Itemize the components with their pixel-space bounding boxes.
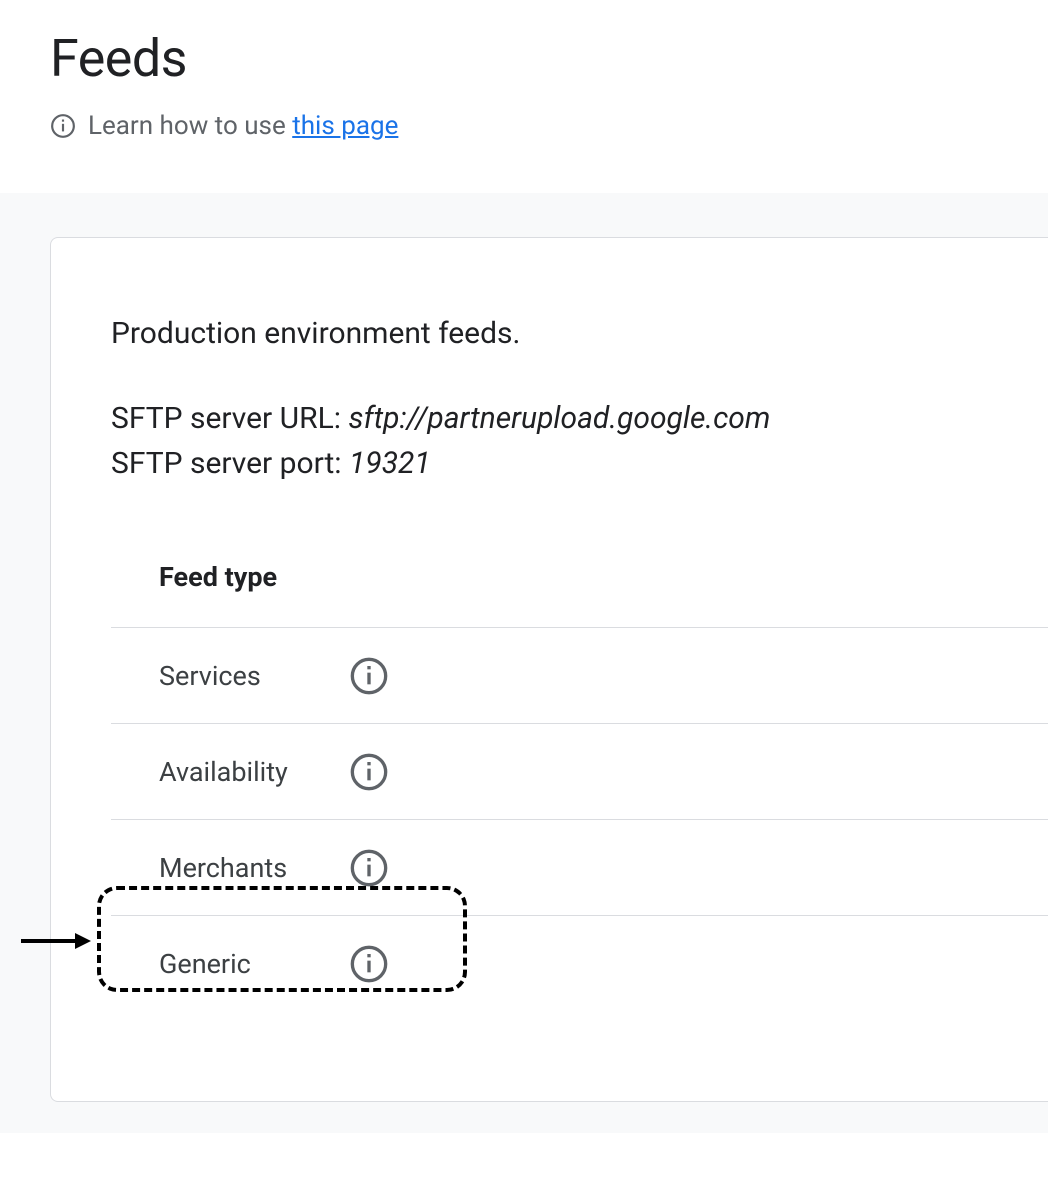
- sftp-url-value: sftp://partnerupload.google.com: [348, 401, 770, 436]
- help-link[interactable]: this page: [292, 111, 398, 141]
- info-icon[interactable]: [349, 752, 389, 792]
- sftp-port-line: SFTP server port: 19321: [111, 446, 1048, 481]
- annotation-arrow-icon: [21, 931, 91, 951]
- sftp-url-line: SFTP server URL: sftp://partnerupload.go…: [111, 401, 1048, 436]
- feed-type-label: Services: [159, 660, 309, 692]
- table-row: Generic: [111, 915, 1048, 1011]
- sftp-url-label: SFTP server URL:: [111, 401, 348, 436]
- info-icon[interactable]: [349, 848, 389, 888]
- info-icon: [50, 113, 76, 139]
- content-area: Production environment feeds. SFTP serve…: [0, 193, 1048, 1133]
- info-icon[interactable]: [349, 944, 389, 984]
- info-icon[interactable]: [349, 656, 389, 696]
- feeds-card: Production environment feeds. SFTP serve…: [50, 237, 1048, 1102]
- feed-type-label: Availability: [159, 756, 309, 788]
- help-text: Learn how to use: [88, 111, 292, 141]
- sftp-port-value: 19321: [349, 446, 431, 481]
- card-heading: Production environment feeds.: [111, 316, 1048, 351]
- table-row: Merchants: [111, 819, 1048, 915]
- table-header-feed-type: Feed type: [111, 561, 1048, 627]
- help-row: Learn how to use this page: [50, 111, 1048, 141]
- page-title: Feeds: [50, 28, 1048, 89]
- feed-type-label: Generic: [159, 948, 309, 980]
- feed-type-label: Merchants: [159, 852, 309, 884]
- feed-type-table: Feed type Services Availability: [111, 561, 1048, 1011]
- table-row: Availability: [111, 723, 1048, 819]
- sftp-port-label: SFTP server port:: [111, 446, 349, 481]
- table-row: Services: [111, 627, 1048, 723]
